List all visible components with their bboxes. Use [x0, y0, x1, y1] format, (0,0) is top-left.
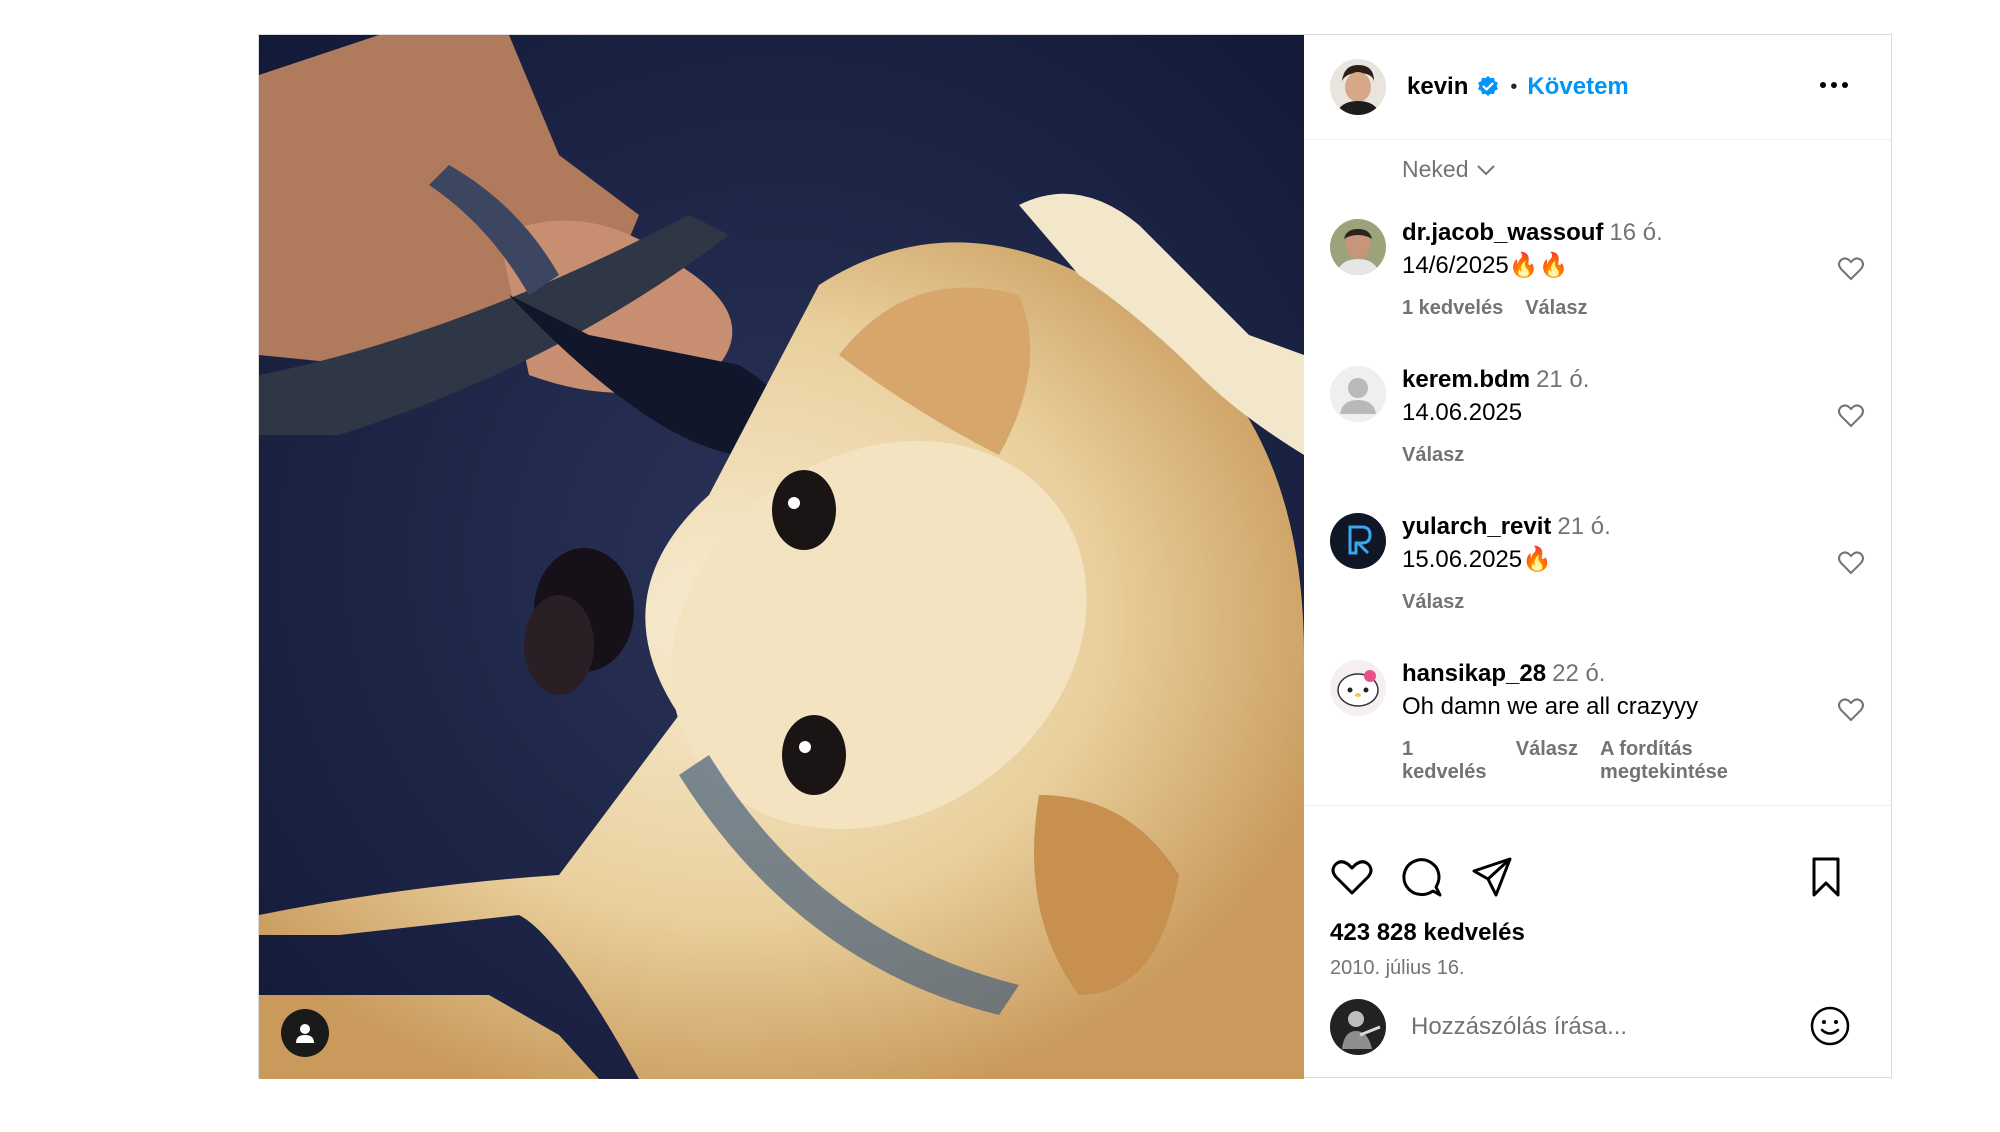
comment-item: hansikap_28 22 ó. Oh damn we are all craz… — [1330, 660, 1865, 790]
reply-button[interactable]: Válasz — [1402, 444, 1464, 467]
commenter-avatar[interactable] — [1330, 660, 1386, 716]
comment-item: kerem.bdm 21 ó. 14.06.2025 Válasz — [1330, 366, 1865, 496]
author-username[interactable]: kevin — [1407, 73, 1468, 101]
commenter-avatar[interactable] — [1330, 366, 1386, 422]
comment-text: 14.06.2025 — [1402, 399, 1523, 426]
see-translation-button[interactable]: A fordítás megtekintése — [1600, 738, 1805, 784]
comment-body: hansikap_28 22 ó. Oh damn we are all craz… — [1402, 660, 1805, 784]
comment-body: dr.jacob_wassouf 16 ó. 14/6/2025🔥🔥 1 kedv… — [1402, 219, 1805, 320]
comment-icon[interactable] — [1400, 855, 1444, 899]
share-icon[interactable] — [1470, 855, 1514, 899]
comment-likes-count[interactable]: 1 kedvelés — [1402, 297, 1503, 320]
user-tag-icon — [296, 1024, 314, 1043]
comment-text: Oh damn we are all crazyyy — [1402, 693, 1699, 720]
comment-username[interactable]: kerem.bdm — [1402, 366, 1530, 393]
commenter-avatar[interactable] — [1330, 219, 1386, 275]
comment-time[interactable]: 16 ó. — [1609, 219, 1662, 246]
comment-input[interactable] — [1409, 1012, 1793, 1042]
heart-icon[interactable] — [1330, 855, 1374, 899]
header-separator: • — [1510, 75, 1518, 98]
actions-divider — [1304, 805, 1891, 806]
my-avatar — [1330, 999, 1386, 1055]
comment-time[interactable]: 22 ó. — [1552, 660, 1605, 687]
likes-count[interactable]: 423 828 kedvelés — [1330, 919, 1525, 947]
verified-badge-icon — [1478, 76, 1499, 96]
comment-time[interactable]: 21 ó. — [1557, 513, 1610, 540]
follow-button[interactable]: Követem — [1527, 73, 1628, 101]
comment-likes-count[interactable]: 1 kedvelés — [1402, 738, 1494, 784]
comment-text: 15.06.2025🔥 — [1402, 546, 1552, 573]
comment-username[interactable]: hansikap_28 — [1402, 660, 1546, 687]
comment-actions: Válasz — [1402, 444, 1805, 467]
reply-button[interactable]: Válasz — [1516, 738, 1578, 784]
comment-item: yularch_revit 21 ó. 15.06.2025🔥 Válasz — [1330, 513, 1865, 643]
author-avatar[interactable] — [1330, 59, 1386, 115]
comment-heart-icon[interactable] — [1837, 696, 1865, 724]
comment-actions: 1 kedvelés Válasz A fordítás megtekintés… — [1402, 738, 1805, 784]
comment-time[interactable]: 21 ó. — [1536, 366, 1589, 393]
comment-heart-icon[interactable] — [1837, 402, 1865, 430]
dog-photo — [259, 35, 1304, 1079]
comment-text: 14/6/2025🔥🔥 — [1402, 252, 1569, 279]
comment-item: dr.jacob_wassouf 16 ó. 14/6/2025🔥🔥 1 kedv… — [1330, 219, 1865, 349]
comment-username[interactable]: yularch_revit — [1402, 513, 1551, 540]
reply-button[interactable]: Válasz — [1525, 297, 1587, 320]
sort-label: Neked — [1402, 156, 1469, 182]
comment-body: yularch_revit 21 ó. 15.06.2025🔥 Válasz — [1402, 513, 1805, 614]
comment-composer — [1304, 977, 1891, 1077]
more-horizontal-icon[interactable] — [1817, 73, 1851, 97]
user-tag-button[interactable] — [281, 1009, 329, 1057]
comment-heart-icon[interactable] — [1837, 549, 1865, 577]
commenter-avatar[interactable] — [1330, 513, 1386, 569]
comment-actions: Válasz — [1402, 591, 1805, 614]
post-side-panel: kevin • Követem Neked dr.jacob_wassouf 1… — [1304, 35, 1891, 1077]
comment-actions: 1 kedvelés Válasz — [1402, 297, 1805, 320]
comment-body: kerem.bdm 21 ó. 14.06.2025 Válasz — [1402, 366, 1805, 467]
post-header: kevin • Követem — [1304, 35, 1891, 140]
reply-button[interactable]: Válasz — [1402, 591, 1464, 614]
chevron-down-icon — [1477, 164, 1496, 175]
post-dialog: kevin • Követem Neked dr.jacob_wassouf 1… — [258, 34, 1892, 1079]
comment-heart-icon[interactable] — [1837, 255, 1865, 283]
bookmark-icon[interactable] — [1804, 855, 1848, 899]
comment-sort-dropdown[interactable]: Neked — [1402, 156, 1496, 183]
comment-username[interactable]: dr.jacob_wassouf — [1402, 219, 1603, 246]
post-image[interactable] — [259, 35, 1304, 1079]
emoji-icon[interactable] — [1809, 1005, 1851, 1047]
